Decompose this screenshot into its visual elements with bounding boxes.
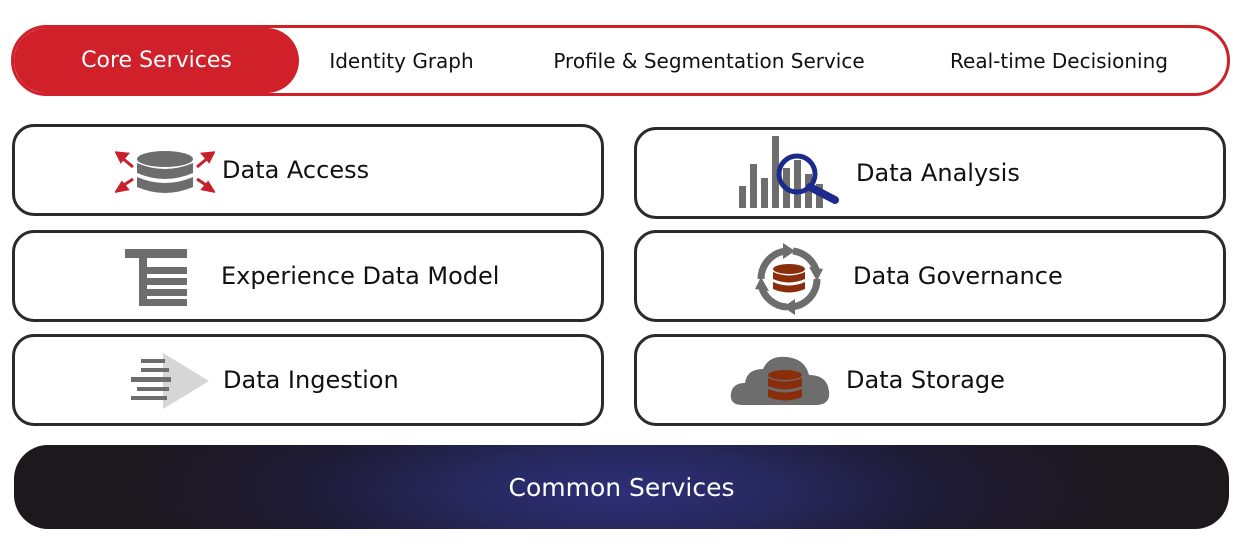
schema-model-icon	[125, 249, 187, 306]
tab-identity-graph[interactable]: Identity Graph	[299, 28, 504, 93]
database-arrows-icon	[115, 151, 215, 193]
data-access-label: Data Access	[222, 156, 370, 184]
core-services-tab-bar: Core Services Identity Graph Profile & S…	[11, 25, 1230, 96]
data-ingestion-card[interactable]: Data Ingestion	[12, 334, 604, 426]
experience-data-model-label: Experience Data Model	[221, 262, 500, 290]
data-analysis-label: Data Analysis	[856, 159, 1020, 187]
database-cycle-icon	[755, 243, 823, 315]
data-storage-card[interactable]: Data Storage	[634, 334, 1226, 426]
cloud-database-icon	[730, 356, 830, 405]
data-storage-label: Data Storage	[846, 366, 1005, 394]
data-governance-card[interactable]: Data Governance	[634, 230, 1226, 322]
data-governance-label: Data Governance	[853, 262, 1063, 290]
data-ingestion-label: Data Ingestion	[223, 366, 399, 394]
data-analysis-card[interactable]: Data Analysis	[634, 127, 1226, 219]
data-access-card[interactable]: Data Access	[12, 124, 604, 216]
common-services-label: Common Services	[508, 472, 735, 502]
experience-data-model-card[interactable]: Experience Data Model	[12, 230, 604, 322]
bar-chart-magnifier-icon	[739, 136, 839, 208]
tab-real-time-decisioning[interactable]: Real-time Decisioning	[909, 28, 1209, 93]
ingestion-arrow-icon	[131, 353, 209, 409]
common-services-bar[interactable]: Common Services	[14, 445, 1229, 529]
tab-profile-segmentation-service[interactable]: Profile & Segmentation Service	[519, 28, 899, 93]
tab-core-services[interactable]: Core Services	[14, 28, 299, 93]
